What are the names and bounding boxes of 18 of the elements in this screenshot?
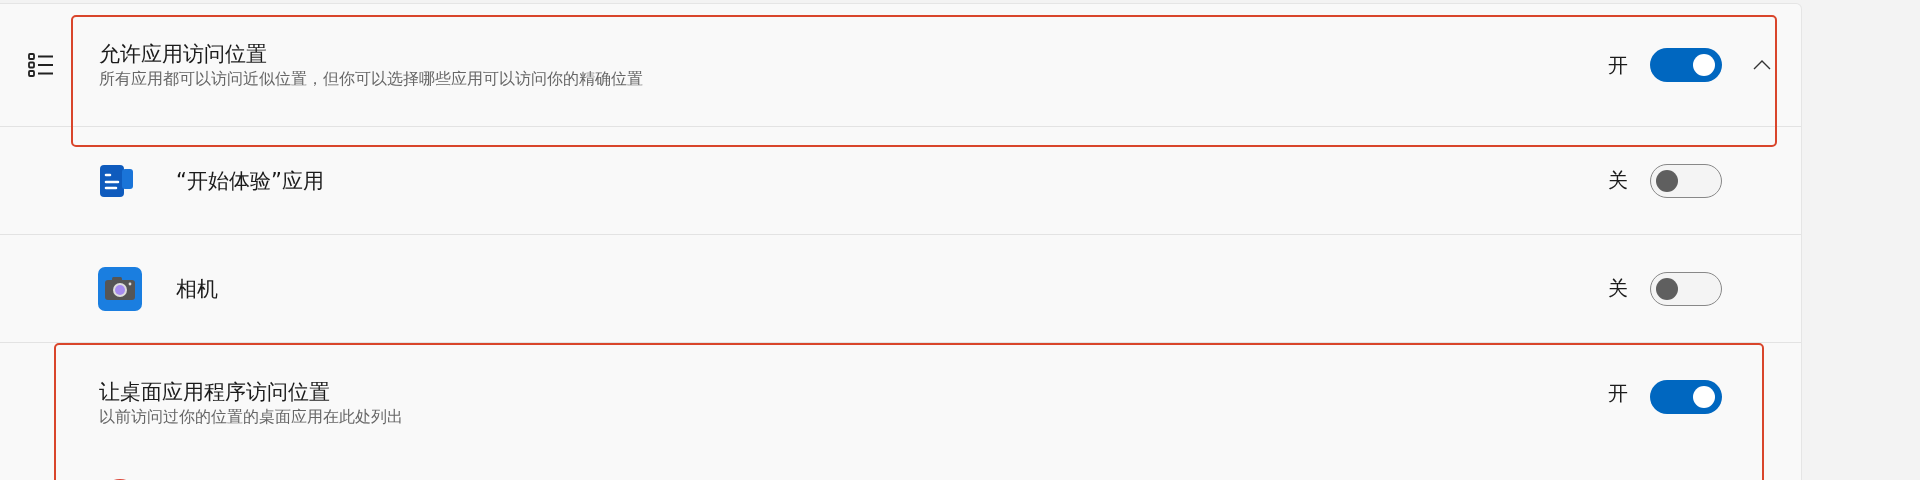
toggle-state-label: 关: [1608, 275, 1628, 302]
toggle-switch[interactable]: [1650, 380, 1722, 414]
setting-title: “开始体验”应用: [176, 167, 325, 195]
toggle-switch[interactable]: [1650, 48, 1722, 82]
setting-title: 允许应用访问位置: [99, 41, 268, 68]
toggle-switch[interactable]: [1650, 163, 1722, 198]
camera-app-icon: [98, 266, 142, 311]
toggle-state-label: 关: [1608, 167, 1628, 194]
setting-description: 以前访问过你的位置的桌面应用在此处列出: [99, 406, 404, 428]
setting-title: 让桌面应用程序访问位置: [99, 379, 331, 406]
toggle-switch[interactable]: [1650, 271, 1722, 306]
toggle-state-label: 开: [1608, 51, 1628, 79]
toggle-state-label: 开: [1608, 380, 1628, 407]
setting-title: 相机: [176, 275, 219, 303]
chevron-icon[interactable]: [1751, 59, 1772, 71]
list-icon: [27, 51, 55, 79]
setting-description: 所有应用都可以访问近似位置，但你可以选择哪些应用可以访问你的精确位置: [99, 68, 644, 90]
tips-app-icon: [98, 162, 136, 199]
